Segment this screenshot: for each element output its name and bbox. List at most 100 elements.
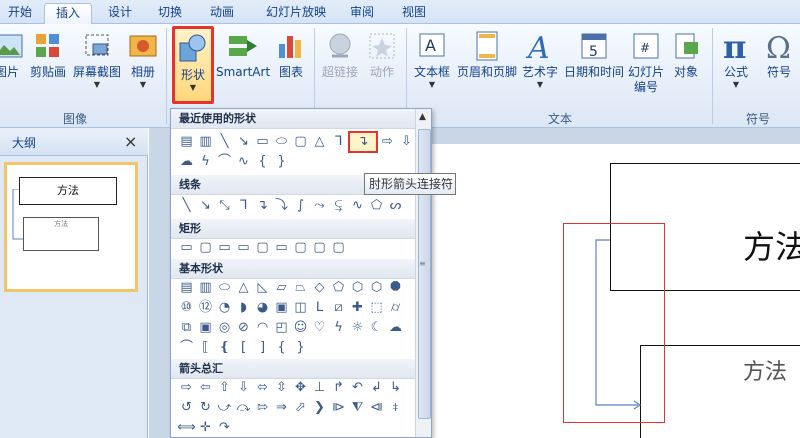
- smartart-button[interactable]: SmartArt: [216, 30, 270, 110]
- triangle-shape-icon[interactable]: △: [234, 279, 253, 297]
- arc-shape-icon[interactable]: ⌒: [177, 339, 196, 357]
- right-brace-shape-icon[interactable]: }: [291, 339, 310, 357]
- tab-review[interactable]: 审阅: [344, 3, 380, 24]
- outline-tab[interactable]: 大纲: [12, 134, 36, 151]
- bent-arrow-shape-icon[interactable]: ↱: [329, 379, 348, 397]
- wordart-button[interactable]: A 艺术字 ▼: [520, 30, 560, 110]
- arrow-line-shape-icon[interactable]: ↘: [234, 133, 253, 151]
- double-arrow-line-shape-icon[interactable]: ⤡: [215, 197, 234, 215]
- round-diagonal-rect-shape-icon[interactable]: ▢: [329, 239, 348, 257]
- frame-shape-icon[interactable]: ▣: [272, 299, 291, 317]
- moon-shape-icon[interactable]: ☾: [367, 319, 386, 337]
- left-bracket-shape-icon[interactable]: [: [234, 339, 253, 357]
- lightning-shape-icon[interactable]: ϟ: [196, 153, 215, 171]
- heptagon-shape-icon[interactable]: ⬡: [367, 279, 386, 297]
- l-shape-icon[interactable]: ᒪ: [310, 299, 329, 317]
- clipart-button[interactable]: 剪贴画: [28, 30, 68, 110]
- bevel-shape-icon[interactable]: ▣: [196, 319, 215, 337]
- line-shape-icon[interactable]: ╲: [215, 133, 234, 151]
- close-icon[interactable]: ×: [124, 132, 137, 151]
- chevron-shape-icon[interactable]: ❯: [310, 399, 329, 417]
- teardrop-shape-icon[interactable]: ◕: [253, 299, 272, 317]
- double-bracket-shape-icon[interactable]: ⟦: [196, 339, 215, 357]
- curved-left-arrow-shape-icon[interactable]: ↻: [196, 399, 215, 417]
- snip-round-rect-shape-icon[interactable]: ▭: [272, 239, 291, 257]
- left-arrow-shape-icon[interactable]: ⇦: [196, 379, 215, 397]
- rectangle-shape-icon[interactable]: ▭: [177, 239, 196, 257]
- symbol-button[interactable]: Ω 符号: [758, 30, 800, 110]
- tab-transitions[interactable]: 切换: [150, 3, 190, 24]
- elbow-arrow-connector-shape-icon[interactable]: ↴: [253, 197, 272, 215]
- curved-right-arrow-shape-icon[interactable]: ↺: [177, 399, 196, 417]
- round-corner-rect-shape-icon[interactable]: ▢: [253, 239, 272, 257]
- hexagon-shape-icon[interactable]: ⬡: [348, 279, 367, 297]
- cube-shape-icon[interactable]: ⧉: [177, 319, 196, 337]
- rounded-rect-shape-icon[interactable]: ▢: [291, 133, 310, 151]
- tab-design[interactable]: 设计: [100, 3, 140, 24]
- up-down-arrow-shape-icon[interactable]: ⇳: [272, 379, 291, 397]
- right-brace-shape-icon[interactable]: }: [272, 153, 291, 171]
- tab-insert[interactable]: 插入: [44, 3, 92, 24]
- dropdown-scrollbar[interactable]: ▲ ≡: [415, 109, 431, 437]
- round-same-side-rect-shape-icon[interactable]: ▢: [310, 239, 329, 257]
- donut-shape-icon[interactable]: ◎: [215, 319, 234, 337]
- left-right-up-arrow-shape-icon[interactable]: ⊥: [310, 379, 329, 397]
- right-arrow-shape-icon[interactable]: ⇨: [177, 379, 196, 397]
- block-arc-shape-icon[interactable]: ◠: [253, 319, 272, 337]
- elbow-connector-shape-icon[interactable]: ᒣ: [329, 133, 348, 151]
- up-arrow-callout-shape-icon[interactable]: ⧧: [386, 399, 405, 417]
- curved-down-arrow-shape-icon[interactable]: ⤼: [234, 399, 253, 417]
- datetime-button[interactable]: 5 日期和时间: [562, 30, 626, 110]
- object-button[interactable]: 对象: [668, 30, 704, 110]
- sun-shape-icon[interactable]: ☼: [348, 319, 367, 337]
- tab-animations[interactable]: 动画: [200, 3, 244, 24]
- scroll-up-icon[interactable]: ▲: [419, 112, 426, 122]
- octagon-shape-icon[interactable]: ⯃: [386, 279, 405, 297]
- header-footer-button[interactable]: 页眉和页脚: [454, 30, 520, 110]
- scribble-shape-icon[interactable]: ᔕ: [386, 197, 405, 215]
- vertical-textbox-shape-icon[interactable]: ▥: [196, 133, 215, 151]
- dodecagon-shape-icon[interactable]: ⑫: [196, 299, 215, 317]
- pie-shape-icon[interactable]: ◔: [215, 299, 234, 317]
- up-arrow-shape-icon[interactable]: ⇧: [215, 379, 234, 397]
- u-turn-arrow-shape-icon[interactable]: ↶: [348, 379, 367, 397]
- snip-corner-rect-shape-icon[interactable]: ▭: [234, 239, 253, 257]
- lightning-shape-icon[interactable]: ϟ: [329, 319, 348, 337]
- round-single-rect-shape-icon[interactable]: ▢: [291, 239, 310, 257]
- picture-button[interactable]: 图片: [0, 30, 23, 110]
- curve-shape-icon[interactable]: ∿: [234, 153, 253, 171]
- parallelogram-shape-icon[interactable]: ▱: [272, 279, 291, 297]
- double-brace-shape-icon[interactable]: ❴: [215, 339, 234, 357]
- rounded-rect-shape-icon[interactable]: ▢: [196, 239, 215, 257]
- left-brace-shape-icon[interactable]: {: [253, 153, 272, 171]
- left-up-arrow-shape-icon[interactable]: ↲: [367, 379, 386, 397]
- screenshot-button[interactable]: 屏幕截图 ▼: [72, 30, 122, 110]
- no-symbol-shape-icon[interactable]: ⊘: [234, 319, 253, 337]
- cross-shape-icon[interactable]: ✚: [348, 299, 367, 317]
- curved-up-arrow-shape-icon[interactable]: ⤻: [215, 399, 234, 417]
- left-right-arrow-shape-icon[interactable]: ⬄: [253, 379, 272, 397]
- pentagon-shape-icon[interactable]: ⬠: [329, 279, 348, 297]
- quad-arrow-callout-shape-icon[interactable]: ✛: [196, 419, 215, 437]
- rectangle-shape-icon[interactable]: ▭: [253, 133, 272, 151]
- oval-shape-icon[interactable]: ⬭: [215, 279, 234, 297]
- can-shape-icon[interactable]: ⌭: [386, 299, 405, 317]
- elbow-arrow-connector-shape-icon[interactable]: ↴: [348, 131, 378, 153]
- right-bracket-shape-icon[interactable]: ]: [253, 339, 272, 357]
- curve-shape-icon[interactable]: ∿: [348, 197, 367, 215]
- elbow-connector-shape-icon[interactable]: ᒣ: [234, 197, 253, 215]
- action-button[interactable]: 动作: [364, 30, 400, 110]
- down-arrow-shape-icon[interactable]: ⇩: [397, 133, 416, 151]
- textbox-button[interactable]: A 文本框 ▼: [412, 30, 452, 110]
- cloud-shape-icon[interactable]: ☁: [386, 319, 405, 337]
- notched-right-arrow-shape-icon[interactable]: ⇒: [272, 399, 291, 417]
- arc-shape-icon[interactable]: ⌒: [215, 153, 234, 171]
- heart-shape-icon[interactable]: ♡: [310, 319, 329, 337]
- left-brace-shape-icon[interactable]: {: [272, 339, 291, 357]
- curved-arrow-connector-shape-icon[interactable]: ⤳: [310, 197, 329, 215]
- circular-arrow-shape-icon[interactable]: ↷: [215, 419, 234, 437]
- striped-right-arrow-shape-icon[interactable]: ⇰: [253, 399, 272, 417]
- freeform-shape-icon[interactable]: ⬠: [367, 197, 386, 215]
- shapes-button[interactable]: 形状 ▼: [172, 26, 214, 104]
- quad-arrow-shape-icon[interactable]: ✥: [291, 379, 310, 397]
